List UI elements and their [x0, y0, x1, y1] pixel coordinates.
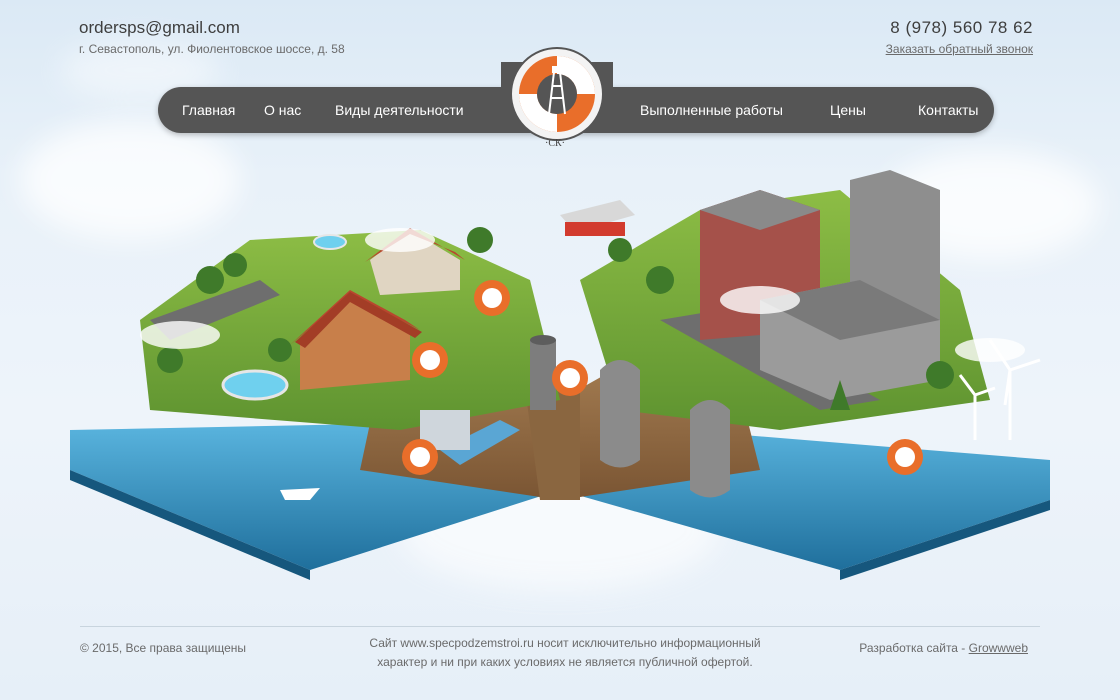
nav-item-services[interactable]: Виды деятельности — [335, 87, 464, 133]
marker-lifebuoy-icon — [887, 439, 923, 475]
phone-number: 8 (978) 560 78 62 — [890, 18, 1033, 37]
company-logo[interactable]: ·СК· — [497, 42, 617, 152]
callback-link[interactable]: Заказать обратный звонок — [886, 42, 1033, 56]
marker-lifebuoy-icon — [552, 360, 588, 396]
lifebuoy-tower-icon: ·СК· — [501, 47, 613, 149]
email-link[interactable]: ordersps@gmail.com — [79, 18, 240, 38]
nav-item-home[interactable]: Главная — [182, 87, 235, 133]
manhole-shaft — [690, 400, 730, 498]
island-illustration — [70, 170, 1050, 580]
copyright-text: © 2015, Все права защищены — [80, 641, 247, 655]
marker-lifebuoy-icon — [402, 439, 438, 475]
nav-item-portfolio[interactable]: Выполненные работы — [640, 87, 783, 133]
pool — [221, 369, 289, 401]
developer-link[interactable]: Growwweb — [969, 641, 1028, 655]
disclaimer-line: характер и ни при каких условиях не явля… — [377, 655, 753, 669]
disclaimer-text: Сайт www.specpodzemstroi.ru носит исключ… — [340, 634, 790, 672]
marker-lifebuoy-icon — [474, 280, 510, 316]
footer-divider — [80, 626, 1040, 627]
well — [530, 340, 556, 410]
manhole-shaft — [600, 360, 640, 468]
nav-item-about[interactable]: О нас — [264, 87, 301, 133]
nav-item-prices[interactable]: Цены — [830, 87, 866, 133]
developer-prefix: Разработка сайта - — [859, 641, 969, 655]
logo-subtitle: ·СК· — [545, 138, 565, 149]
nav-item-contacts[interactable]: Контакты — [918, 87, 978, 133]
address-text: г. Севастополь, ул. Фиолентовское шоссе,… — [79, 42, 345, 56]
marker-lifebuoy-icon — [412, 342, 448, 378]
developer-credit: Разработка сайта - Growwweb — [859, 641, 1028, 655]
disclaimer-line: Сайт www.specpodzemstroi.ru носит исключ… — [369, 636, 761, 650]
